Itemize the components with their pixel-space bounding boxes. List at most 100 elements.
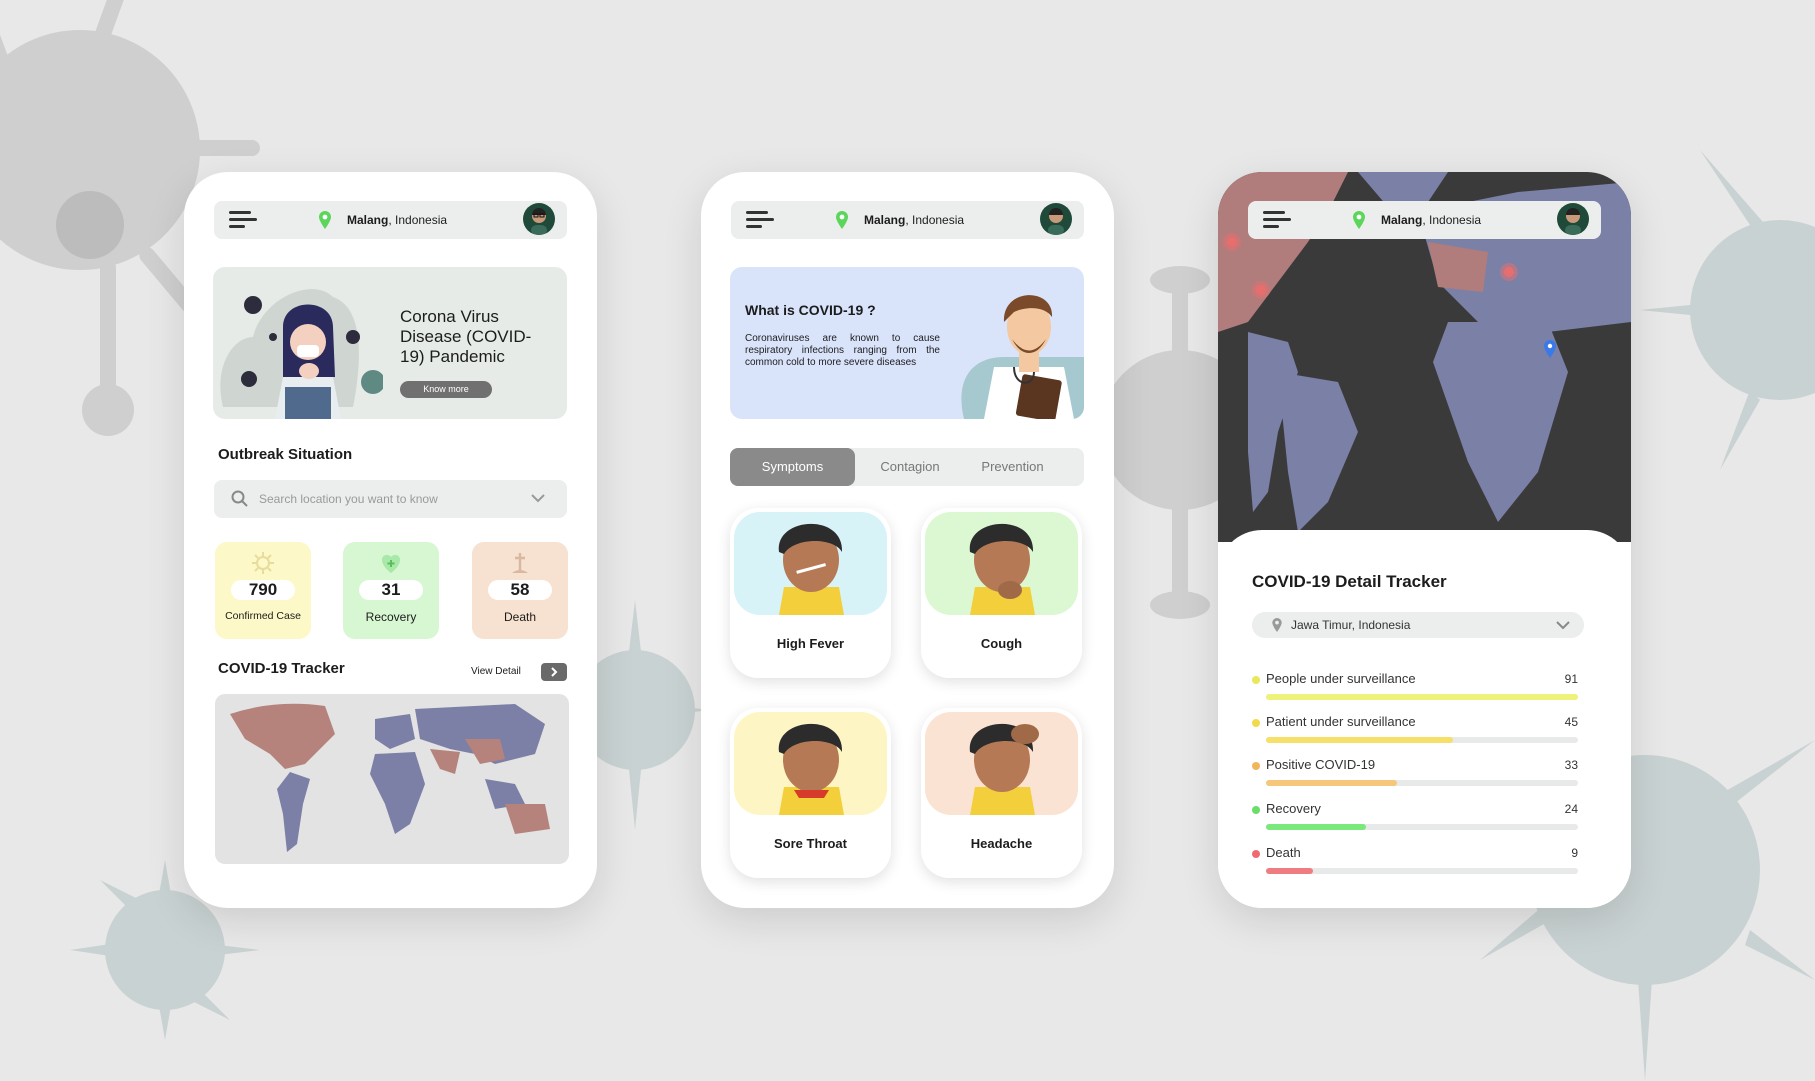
tracker-row-value: 33 — [1564, 758, 1578, 772]
cough-icon — [969, 523, 1035, 615]
tracker-row-label: Death — [1266, 845, 1301, 860]
fever-icon — [778, 523, 844, 615]
tracker-row: Recovery 24 — [1252, 798, 1578, 838]
info-banner: What is COVID-19 ? Coronaviruses are kno… — [730, 267, 1084, 419]
heart-plus-icon — [381, 554, 401, 573]
status-dot — [1252, 850, 1260, 858]
location-city: Malang — [1381, 213, 1423, 227]
map-pin-icon[interactable] — [1544, 340, 1556, 358]
headache-icon — [969, 723, 1039, 815]
progress-track — [1266, 824, 1578, 830]
progress-track — [1266, 868, 1578, 874]
progress-fill — [1266, 694, 1578, 700]
tracker-row: Positive COVID-19 33 — [1252, 754, 1578, 794]
death-card[interactable]: 58 Death — [472, 542, 568, 639]
tab-prevention[interactable]: Prevention — [960, 448, 1065, 486]
tracker-screen: Malang, Indonesia COVID-19 Detail Tracke… — [1218, 172, 1631, 908]
hotspot-marker[interactable] — [1499, 262, 1519, 282]
location-selector[interactable]: Malang, Indonesia — [836, 211, 964, 229]
info-title: What is COVID-19 ? — [745, 302, 876, 318]
location-country: , Indonesia — [388, 213, 448, 227]
status-dot — [1252, 719, 1260, 727]
view-detail-button[interactable] — [541, 663, 567, 681]
symptom-card-cough[interactable]: Cough — [921, 508, 1082, 678]
symptom-card-headache[interactable]: Headache — [921, 708, 1082, 878]
search-placeholder: Search location you want to know — [259, 492, 438, 506]
progress-fill — [1266, 780, 1398, 786]
tracker-row-value: 91 — [1564, 672, 1578, 686]
death-label: Death — [503, 610, 537, 624]
tracker-row-label: People under surveillance — [1266, 671, 1416, 686]
info-screen: Malang, Indonesia What is COVID-19 ? Cor… — [701, 172, 1114, 908]
chevron-down-icon[interactable] — [531, 494, 545, 504]
location-city: Malang — [347, 213, 389, 227]
hotspot-marker[interactable] — [1222, 232, 1242, 252]
region-label: Jawa Timur, Indonesia — [1291, 618, 1411, 632]
tracker-panel: COVID-19 Detail Tracker Jawa Timur, Indo… — [1218, 530, 1631, 908]
menu-icon[interactable] — [746, 211, 774, 229]
world-map[interactable] — [215, 694, 569, 864]
location-pin-icon — [1353, 211, 1365, 229]
confirmed-card[interactable]: 790 Confirmed Case — [215, 542, 311, 639]
avatar[interactable] — [523, 203, 555, 235]
confirmed-label: Confirmed Case — [225, 610, 301, 622]
tracker-row-value: 45 — [1564, 715, 1578, 729]
tracker-row-label: Patient under surveillance — [1266, 714, 1416, 729]
tracker-title: COVID-19 Detail Tracker — [1252, 572, 1447, 591]
search-input[interactable]: Search location you want to know — [214, 480, 567, 518]
chevron-right-icon — [551, 667, 558, 677]
progress-fill — [1266, 824, 1366, 830]
symptom-label: High Fever — [776, 636, 845, 651]
outbreak-title: Outbreak Situation — [218, 446, 353, 463]
tracker-row: Patient under surveillance 45 — [1252, 711, 1578, 751]
progress-track — [1266, 737, 1578, 743]
search-icon — [231, 490, 248, 507]
recovery-label: Recovery — [365, 610, 417, 624]
avatar[interactable] — [1040, 203, 1072, 235]
know-more-button[interactable]: Know more — [400, 381, 492, 398]
hotspot-marker[interactable] — [1251, 280, 1271, 300]
tab-symptoms[interactable]: Symptoms — [730, 448, 855, 486]
symptom-label: Cough — [980, 636, 1023, 651]
chevron-down-icon — [1556, 621, 1570, 630]
info-tabs: Symptoms Contagion Prevention — [730, 448, 1084, 486]
status-dot — [1252, 762, 1260, 770]
tracker-row-value: 9 — [1571, 846, 1578, 860]
location-country: , Indonesia — [1422, 213, 1482, 227]
tracker-title: COVID-19 Tracker — [218, 660, 345, 677]
location-selector[interactable]: Malang, Indonesia — [1353, 211, 1481, 229]
virus-icon — [252, 552, 274, 574]
view-detail-link[interactable]: View Detail — [471, 666, 521, 677]
sick-woman-illustration — [220, 289, 383, 419]
recovery-card[interactable]: 31 Recovery — [343, 542, 439, 639]
region-select[interactable]: Jawa Timur, Indonesia — [1252, 612, 1584, 638]
top-bar: Malang, Indonesia — [1248, 201, 1601, 239]
tab-contagion[interactable]: Contagion — [855, 448, 965, 486]
location-pin-icon — [1272, 618, 1282, 632]
death-value: 58 — [488, 580, 552, 600]
recovery-value: 31 — [359, 580, 423, 600]
symptom-label: Headache — [970, 836, 1033, 851]
symptom-card-fever[interactable]: High Fever — [730, 508, 891, 678]
menu-icon[interactable] — [229, 211, 257, 229]
location-selector[interactable]: Malang, Indonesia — [319, 211, 447, 229]
background-virus-icon — [1640, 150, 1815, 470]
location-pin-icon — [836, 211, 848, 229]
top-bar: Malang, Indonesia — [214, 201, 567, 239]
symptom-card-sore-throat[interactable]: Sore Throat — [730, 708, 891, 878]
status-dot — [1252, 676, 1260, 684]
info-body: Coronaviruses are known to cause respira… — [745, 333, 940, 368]
sore-throat-icon — [778, 723, 844, 815]
tracker-row: People under surveillance 91 — [1252, 668, 1578, 708]
location-country: , Indonesia — [905, 213, 965, 227]
location-pin-icon — [319, 211, 331, 229]
avatar[interactable] — [1557, 203, 1589, 235]
progress-fill — [1266, 868, 1313, 874]
progress-track — [1266, 780, 1578, 786]
menu-icon[interactable] — [1263, 211, 1291, 229]
grave-icon — [512, 553, 528, 573]
hero-banner: Corona Virus Disease (COVID-19) Pandemic… — [213, 267, 567, 419]
doctor-illustration — [961, 295, 1084, 419]
top-bar: Malang, Indonesia — [731, 201, 1084, 239]
status-dot — [1252, 806, 1260, 814]
